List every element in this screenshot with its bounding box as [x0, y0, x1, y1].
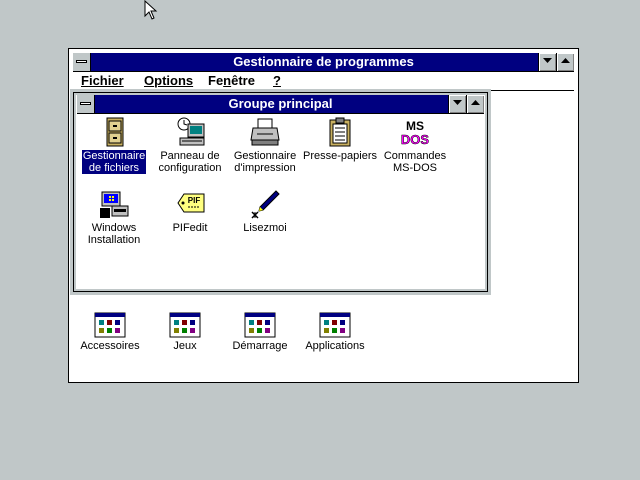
menu-options[interactable]: Options: [144, 72, 193, 90]
group-demarrage[interactable]: Démarrage: [222, 312, 298, 352]
program-label: Presse-papiers: [303, 150, 377, 162]
group-title: Groupe principal: [228, 96, 333, 111]
program-item-print-manager[interactable]: Gestionnaire d'impression: [227, 116, 303, 174]
group-accessoires[interactable]: Accessoires: [72, 312, 148, 352]
program-item-windows-setup[interactable]: Windows Installation: [76, 188, 152, 246]
clipboard-icon: [329, 117, 351, 147]
program-label: Gestionnaire d'impression: [233, 150, 297, 174]
control-panel-icon: [177, 117, 205, 146]
group-label: Accessoires: [80, 340, 140, 352]
svg-text:PIF: PIF: [188, 196, 201, 205]
main-group-window: Groupe principal Gestionnaire de fichiers…: [70, 89, 491, 295]
menu-fichier[interactable]: Fichier: [81, 72, 124, 90]
group-label: Démarrage: [232, 340, 288, 352]
program-item-clipboard[interactable]: Presse-papiers: [302, 116, 378, 162]
program-label: Panneau de configuration: [158, 150, 222, 174]
group-applications[interactable]: Applications: [297, 312, 373, 352]
pif-editor-icon: PIF: [177, 193, 205, 213]
group-maximize-button[interactable]: [466, 95, 484, 113]
group-system-menu-button[interactable]: [77, 95, 95, 113]
group-minimize-button[interactable]: [448, 95, 466, 113]
system-menu-icon: [76, 60, 87, 63]
file-cabinet-icon: [106, 117, 124, 147]
readme-pen-icon: [251, 190, 280, 219]
program-item-pifedit[interactable]: PIF PIFedit: [152, 188, 228, 234]
group-icon: [169, 312, 201, 338]
group-icon: [319, 312, 351, 338]
program-item-file-manager[interactable]: Gestionnaire de fichiers: [76, 116, 152, 174]
program-item-readme[interactable]: Lisezmoi: [227, 188, 303, 234]
minimize-arrow-icon: [543, 58, 552, 63]
menu-bar: Fichier Options Fenêtre ?: [73, 72, 574, 91]
svg-text:DOS: DOS: [401, 132, 430, 147]
mouse-pointer-icon: [144, 0, 158, 20]
maximize-arrow-icon: [561, 58, 570, 63]
minimize-button[interactable]: [538, 53, 556, 71]
program-item-msdos[interactable]: MS DOS Commandes MS-DOS: [377, 116, 453, 174]
menu-fenetre[interactable]: Fenêtre: [208, 72, 255, 90]
printer-icon: [250, 118, 280, 146]
minimize-arrow-icon: [453, 100, 462, 105]
msdos-icon: MS DOS: [401, 118, 430, 147]
maximize-button[interactable]: [556, 53, 574, 71]
group-icon: [244, 312, 276, 338]
program-manager-titlebar[interactable]: Gestionnaire de programmes: [73, 53, 574, 72]
program-label: Lisezmoi: [243, 222, 287, 234]
maximize-arrow-icon: [471, 100, 480, 105]
program-label: Windows Installation: [87, 222, 141, 246]
main-group-titlebar[interactable]: Groupe principal: [77, 95, 484, 114]
svg-text:MS: MS: [406, 119, 424, 133]
system-menu-icon: [80, 102, 91, 105]
menu-help[interactable]: ?: [273, 72, 281, 90]
group-label: Applications: [305, 340, 365, 352]
program-item-control-panel[interactable]: Panneau de configuration: [152, 116, 228, 174]
setup-icon: [100, 191, 129, 218]
window-title: Gestionnaire de programmes: [233, 54, 414, 69]
program-label: Gestionnaire de fichiers: [81, 150, 147, 174]
group-label: Jeux: [173, 340, 197, 352]
group-icon: [94, 312, 126, 338]
group-jeux[interactable]: Jeux: [147, 312, 223, 352]
program-label: PIFedit: [172, 222, 208, 234]
system-menu-button[interactable]: [73, 53, 91, 71]
program-label: Commandes MS-DOS: [383, 150, 447, 174]
